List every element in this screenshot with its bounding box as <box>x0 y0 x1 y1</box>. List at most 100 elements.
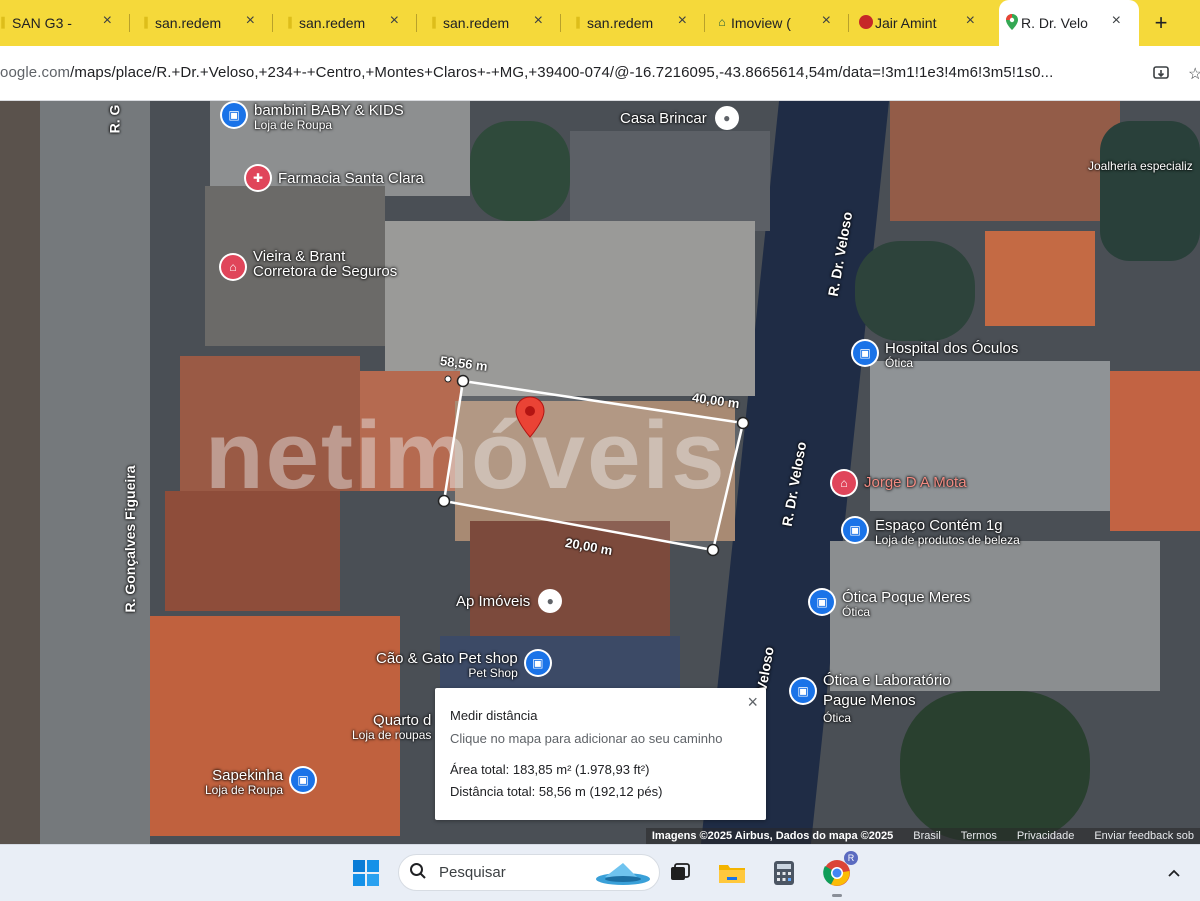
tab-san-redem-2[interactable]: ∥ san.redem × <box>277 0 417 46</box>
close-tab-icon[interactable]: × <box>390 13 399 29</box>
shopping-bag-icon: ▣ <box>291 768 316 792</box>
poi-title: Sapekinha <box>212 767 284 784</box>
close-tab-icon[interactable]: × <box>1112 13 1121 29</box>
chrome-profile-badge: R <box>844 851 858 865</box>
search-placeholder: Pesquisar <box>439 864 506 881</box>
search-icon <box>409 862 427 885</box>
url-text[interactable]: oogle.com/maps/place/R.+Dr.+Veloso,+234+… <box>0 64 1053 81</box>
poi-category: Loja de produtos de beleza <box>875 533 1020 547</box>
tab-san-redem-3[interactable]: ∥ san.redem × <box>421 0 561 46</box>
poi-category: Corretora de Seguros <box>253 263 398 280</box>
measure-vertex[interactable] <box>437 494 451 508</box>
poi-category: Ótica <box>823 711 852 725</box>
tab-san-redem-4[interactable]: ∥ san.redem × <box>565 0 705 46</box>
poi-category: Pet Shop <box>468 666 518 680</box>
tab-imoview[interactable]: ⌂ Imoview ( × <box>709 0 849 46</box>
chrome-icon[interactable]: R <box>818 851 858 897</box>
tab-san-g3[interactable]: ∥ SAN G3 - × <box>0 0 130 46</box>
chevron-up-icon[interactable] <box>1158 857 1190 889</box>
shopping-bag-icon: ▣ <box>791 679 815 703</box>
building-icon: ⌂ <box>221 255 245 279</box>
yellow-brand-icon: ∥ <box>287 15 293 29</box>
poi-category: Ótica <box>885 356 914 370</box>
maps-pin-icon <box>1005 14 1019 30</box>
measure-vertex[interactable] <box>456 374 470 388</box>
calculator-icon[interactable] <box>768 857 800 889</box>
map-attribution-bar: Imagens ©2025 Airbus, Dados do mapa ©202… <box>645 828 1200 844</box>
poi-title: Cão & Gato Pet shop <box>376 650 518 667</box>
poi-joalheria[interactable]: Joalheria especializ <box>1088 159 1193 174</box>
country-link[interactable]: Brasil <box>913 830 941 842</box>
close-tab-icon[interactable]: × <box>534 13 543 29</box>
shopping-bag-icon: ▣ <box>853 341 877 365</box>
close-tab-icon[interactable]: × <box>246 13 255 29</box>
poi-quarto-d[interactable]: Quarto d Loja de roupas <box>352 713 431 743</box>
poi-title: Jorge D A Mota <box>864 474 967 491</box>
poi-title: Joalheria especializ <box>1088 159 1193 173</box>
measure-vertex[interactable] <box>736 416 750 430</box>
measure-vertex[interactable] <box>706 543 720 557</box>
new-tab-button[interactable]: + <box>1148 10 1174 36</box>
close-measure-panel-icon[interactable]: × <box>747 692 758 713</box>
total-distance-text: Distância total: 58,56 m (192,12 pés) <box>450 784 663 799</box>
tab-san-redem-1[interactable]: ∥ san.redem × <box>133 0 273 46</box>
poi-title: Ótica Poque Meres <box>842 589 971 606</box>
poi-sapekinha[interactable]: ▣ Sapekinha Loja de Roupa <box>205 767 316 798</box>
location-pin-icon[interactable] <box>514 396 546 438</box>
poi-title: Hospital dos Óculos <box>885 340 1019 357</box>
red-circle-icon <box>859 15 873 29</box>
close-tab-icon[interactable]: × <box>103 13 112 29</box>
shopping-bag-icon: ▣ <box>525 651 550 675</box>
poi-ap-imoveis[interactable]: ● Ap Imóveis <box>456 589 563 613</box>
tab-label: R. Dr. Velo <box>1021 15 1088 31</box>
yellow-brand-icon: ∥ <box>0 15 6 29</box>
tab-label: SAN G3 - <box>12 15 72 31</box>
task-view-icon[interactable] <box>664 857 696 889</box>
place-pin-icon: ● <box>714 106 739 130</box>
windows-taskbar: Pesquisar R <box>0 844 1200 901</box>
shopping-bag-icon: ▣ <box>810 590 834 614</box>
tab-label: Imoview ( <box>731 15 791 31</box>
poi-vieira-brant[interactable]: ⌂ Vieira & Brant Corretora de Seguros <box>221 249 397 279</box>
close-tab-icon[interactable]: × <box>678 13 687 29</box>
tab-jair-amint[interactable]: Jair Amint × <box>853 0 993 46</box>
poi-espaco-contem[interactable]: ▣ Espaço Contém 1g Loja de produtos de be… <box>843 518 1020 548</box>
place-pin-icon: ● <box>538 589 563 613</box>
taskbar-search-box[interactable]: Pesquisar <box>398 854 660 891</box>
poi-category: Ótica <box>842 605 871 619</box>
street-label-goncalves-top: R. G <box>106 104 123 134</box>
shopping-bag-icon: ▣ <box>843 518 867 542</box>
yellow-brand-icon: ∥ <box>575 15 581 29</box>
imagery-credit: Imagens ©2025 Airbus, Dados do mapa ©202… <box>651 830 894 842</box>
file-explorer-icon[interactable] <box>716 857 748 889</box>
poi-cao-gato-pet-shop[interactable]: ▣ Cão & Gato Pet shop Pet Shop <box>376 651 550 681</box>
tab-label: san.redem <box>587 15 654 31</box>
address-bar[interactable]: oogle.com/maps/place/R.+Dr.+Veloso,+234+… <box>0 46 1200 101</box>
poi-title: Casa Brincar <box>620 110 707 127</box>
tab-r-dr-veloso[interactable]: R. Dr. Velo × <box>999 0 1139 46</box>
terms-link[interactable]: Termos <box>961 830 997 842</box>
poi-farmacia-santa-clara[interactable]: ✚ Farmacia Santa Clara <box>246 166 424 190</box>
close-tab-icon[interactable]: × <box>966 13 975 29</box>
poi-jorge-d-a-mota[interactable]: ⌂ Jorge D A Mota <box>832 471 967 495</box>
search-highlight-icon <box>595 859 651 892</box>
poi-otica-poque-meres[interactable]: ▣ Ótica Poque Meres Ótica <box>810 590 970 620</box>
poi-title: Ap Imóveis <box>456 593 531 610</box>
tab-label: san.redem <box>155 15 222 31</box>
poi-title: Farmacia Santa Clara <box>278 170 424 187</box>
close-tab-icon[interactable]: × <box>822 13 831 29</box>
measure-vertex[interactable] <box>444 375 452 383</box>
total-area-text: Área total: 183,85 m² (1.978,93 ft²) <box>450 762 650 777</box>
tab-label: Jair Amint <box>875 15 937 31</box>
windows-start-icon[interactable] <box>350 857 382 889</box>
poi-title-line2: Pague Menos <box>823 692 916 709</box>
install-app-icon[interactable] <box>1152 64 1170 87</box>
bookmark-star-icon[interactable]: ☆ <box>1188 64 1200 84</box>
poi-hospital-dos-oculos[interactable]: ▣ Hospital dos Óculos Ótica <box>853 341 1018 371</box>
privacy-link[interactable]: Privacidade <box>1017 830 1074 842</box>
poi-otica-pague-menos[interactable]: ▣ Ótica e Laboratório Pague Menos Ótica <box>791 671 951 725</box>
street-label-goncalves-figueira: R. Gonçalves Figueira <box>122 465 138 613</box>
poi-casa-brincar[interactable]: ● Casa Brincar <box>620 106 739 130</box>
poi-bambini-baby-kids[interactable]: ▣ bambini BABY & KIDS Loja de Roupa <box>222 103 404 133</box>
feedback-link[interactable]: Enviar feedback sob <box>1094 830 1194 842</box>
